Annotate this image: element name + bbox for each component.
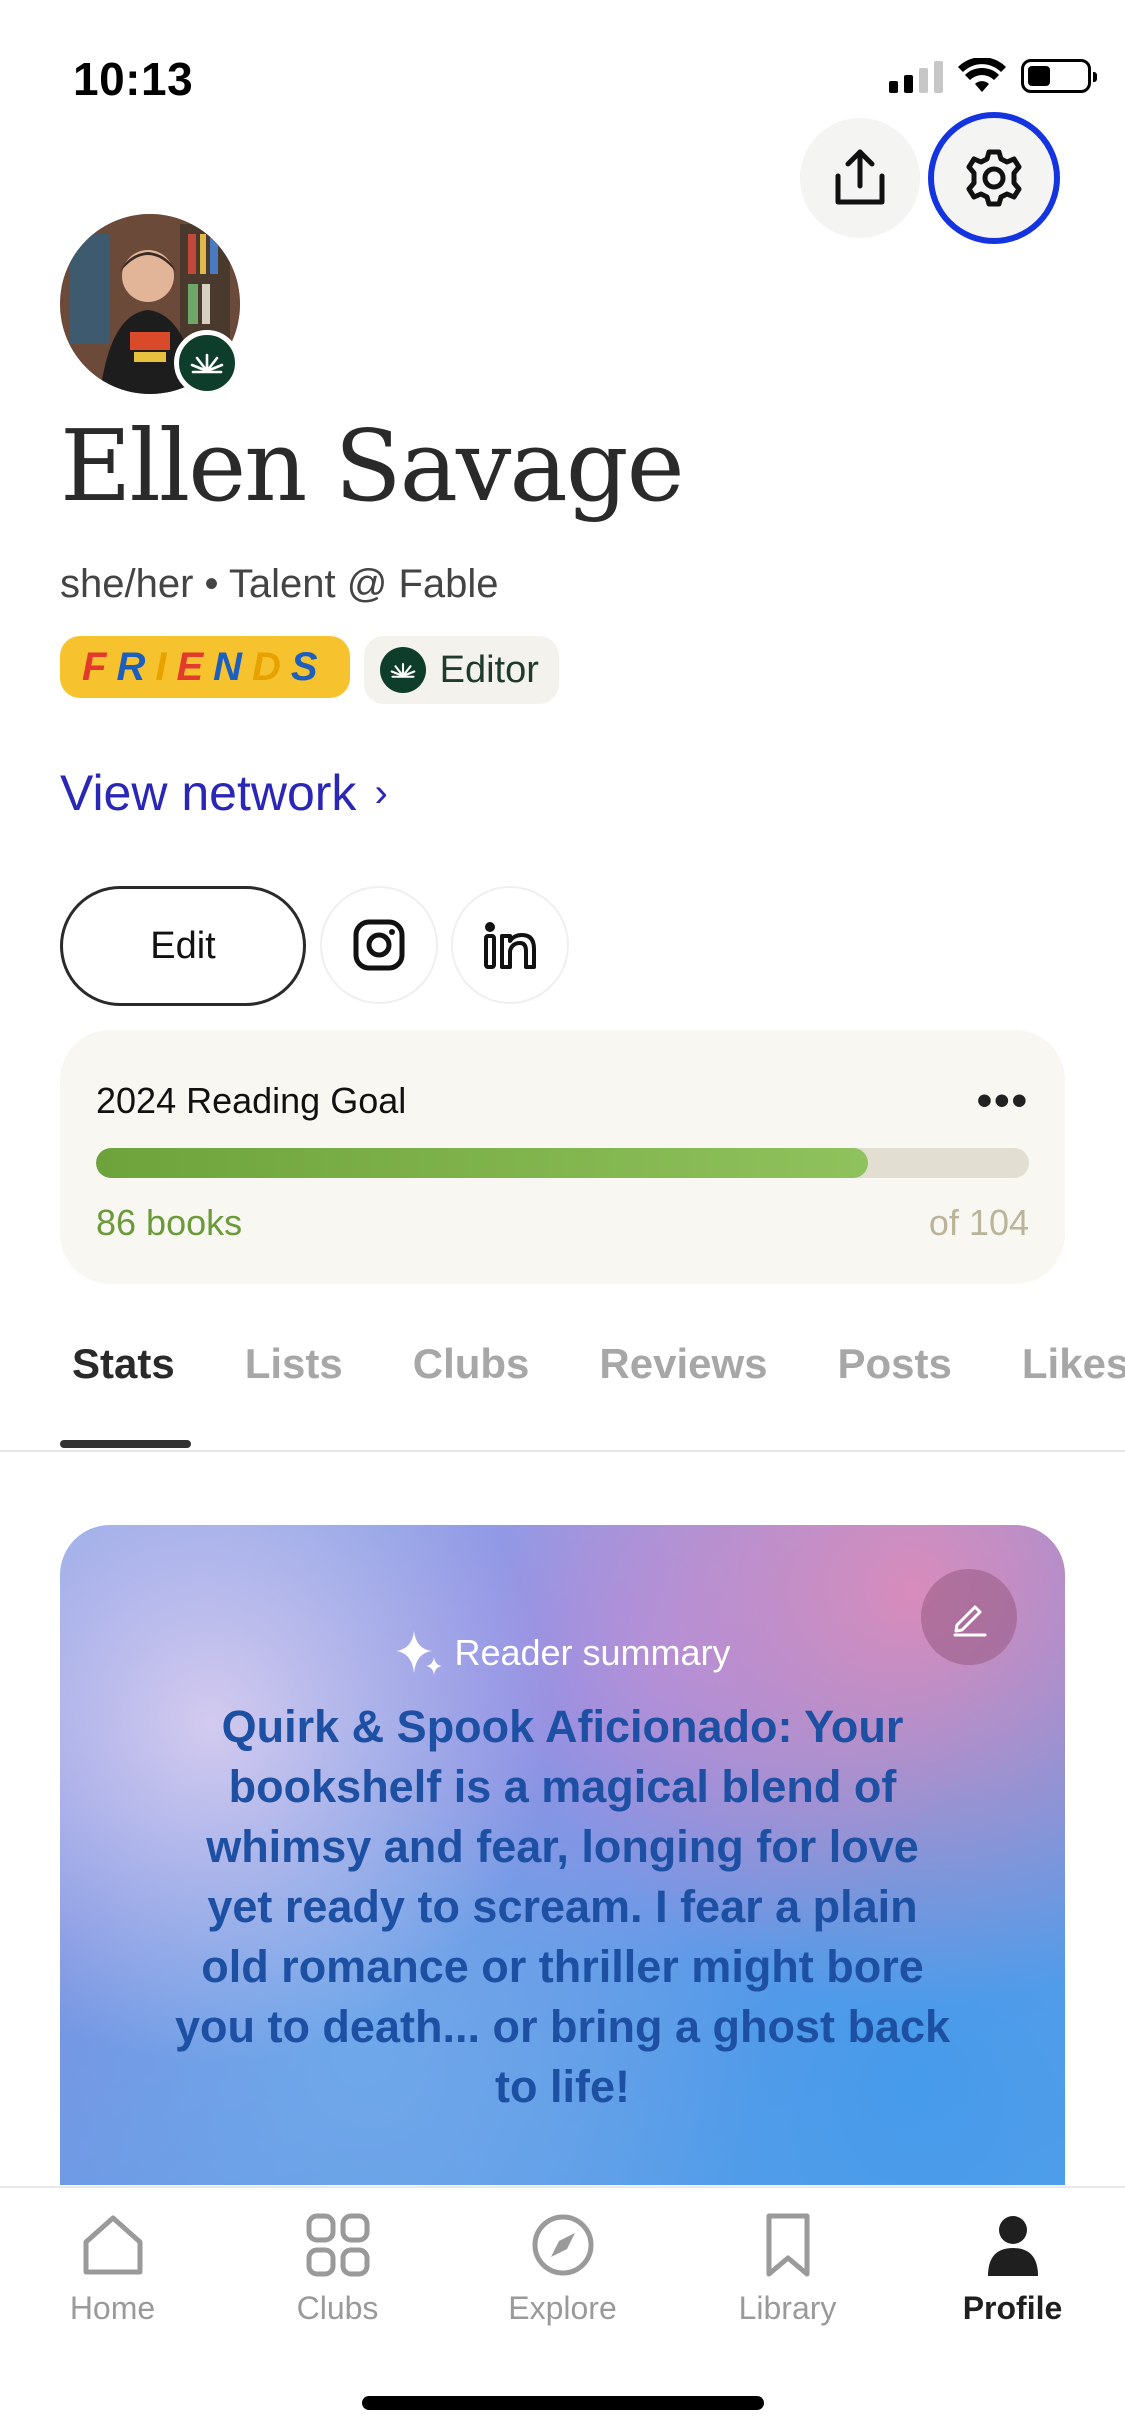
reading-goal-total: of 104 <box>928 1202 1029 1243</box>
person-icon <box>987 2216 1038 2276</box>
nav-home[interactable]: Home <box>0 2212 225 2327</box>
reading-goal-current: 86 books <box>96 1202 243 1243</box>
home-indicator <box>362 2396 764 2410</box>
home-icon <box>83 2215 142 2275</box>
friends-badge-letter: N <box>213 644 253 689</box>
linkedin-button[interactable] <box>451 886 569 1004</box>
reading-goal-card[interactable]: 2024 Reading Goal ••• 86 books of 104 <box>60 1030 1065 1284</box>
tabs-divider <box>0 1450 1125 1452</box>
chevron-right-icon: › <box>374 770 388 815</box>
reading-goal-progress-fill <box>96 1148 868 1178</box>
active-tab-indicator <box>60 1440 191 1448</box>
nav-profile[interactable]: Profile <box>900 2212 1125 2327</box>
reader-summary-header: Reader summary <box>60 1627 1065 1679</box>
profile-tabs: Stats Lists Clubs Reviews Posts Likes <box>60 1340 1125 1388</box>
profile-badges: FRIENDS Editor <box>60 636 559 704</box>
tab-lists[interactable]: Lists <box>233 1340 355 1388</box>
reader-summary-text: Quirk & Spook Aficionado: Your bookshelf… <box>174 1701 951 2112</box>
reader-summary-label: Reader summary <box>454 1632 731 1673</box>
profile-name: Ellen Savage <box>60 410 685 524</box>
clubs-grid-icon <box>306 2213 369 2277</box>
friends-badge-letter: E <box>176 644 214 689</box>
tab-stats[interactable]: Stats <box>60 1340 187 1388</box>
nav-library-label: Library <box>738 2290 837 2326</box>
more-options-icon[interactable]: ••• <box>977 1076 1029 1126</box>
fable-badge-icon <box>174 330 240 396</box>
profile-subtitle: she/her • Talent @ Fable <box>60 562 499 606</box>
compass-icon <box>532 2214 593 2276</box>
nav-explore-label: Explore <box>508 2290 617 2326</box>
tab-reviews[interactable]: Reviews <box>587 1340 779 1388</box>
tab-clubs[interactable]: Clubs <box>401 1340 542 1388</box>
sparkle-icon <box>396 1631 443 1675</box>
cellular-signal-icon <box>889 59 943 93</box>
editor-badge-label: Editor <box>439 648 539 691</box>
instagram-button[interactable] <box>320 886 438 1004</box>
status-time: 10:13 <box>73 53 194 105</box>
fable-logo-icon <box>379 647 426 693</box>
friends-badge[interactable]: FRIENDS <box>60 636 350 698</box>
reader-summary-card: Reader summary Quirk & Spook Aficionado:… <box>60 1525 1065 2185</box>
edit-label: Edit <box>150 924 216 967</box>
nav-profile-label: Profile <box>962 2290 1063 2326</box>
reading-goal-progress <box>96 1148 1029 1178</box>
bookmark-icon <box>766 2213 809 2277</box>
nav-clubs[interactable]: Clubs <box>225 2212 450 2327</box>
instagram-icon <box>353 919 405 971</box>
view-network-link[interactable]: View network › <box>60 764 388 822</box>
nav-home-label: Home <box>69 2290 156 2326</box>
friends-badge-letter: D <box>252 644 291 689</box>
friends-badge-letter: F <box>82 644 117 689</box>
friends-badge-letter: S <box>290 644 328 689</box>
linkedin-icon <box>484 922 536 969</box>
nav-clubs-label: Clubs <box>296 2290 379 2326</box>
settings-highlight-ring <box>928 112 1060 244</box>
editor-badge[interactable]: Editor <box>363 636 559 704</box>
reading-goal-title: 2024 Reading Goal <box>96 1080 407 1121</box>
tab-posts[interactable]: Posts <box>826 1340 964 1388</box>
status-icons <box>889 58 1097 94</box>
wifi-icon <box>958 58 1006 92</box>
share-icon <box>835 149 885 205</box>
tab-likes[interactable]: Likes <box>1010 1340 1125 1388</box>
battery-icon <box>1021 59 1097 93</box>
nav-library[interactable]: Library <box>675 2212 900 2327</box>
friends-badge-letter: I <box>155 644 177 689</box>
friends-badge-letter: R <box>116 644 156 689</box>
share-button[interactable] <box>800 118 920 238</box>
view-network-label: View network <box>60 765 357 821</box>
edit-profile-button[interactable]: Edit <box>60 886 306 1006</box>
nav-explore[interactable]: Explore <box>450 2212 675 2327</box>
